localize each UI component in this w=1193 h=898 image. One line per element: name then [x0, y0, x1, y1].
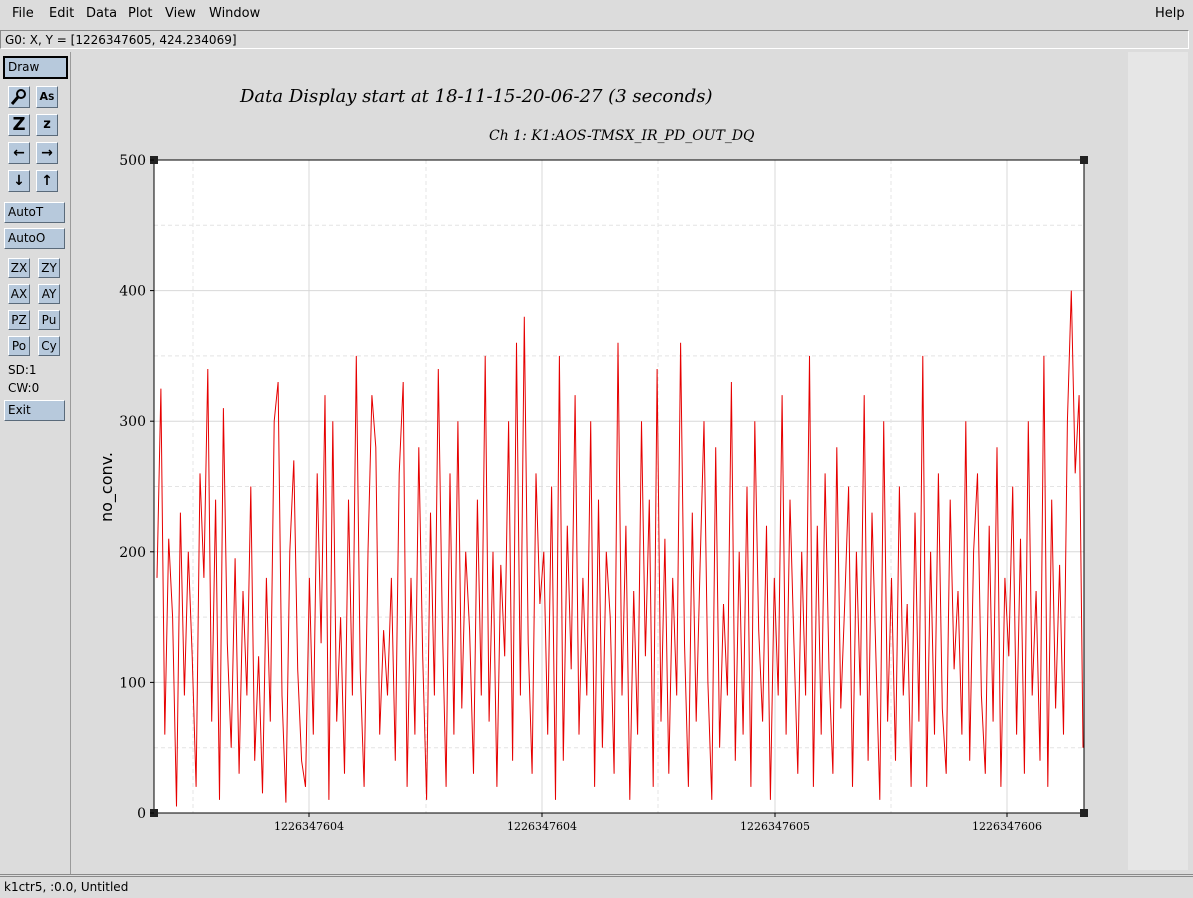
y-tick-label: 200: [119, 545, 146, 561]
chart[interactable]: 0 100 200 300 400 500 1226347604 1226347604 1226…: [0, 0, 1193, 898]
corner-handle: [1080, 809, 1088, 817]
x-tick-label: 1226347605: [740, 820, 810, 833]
corner-handle: [1080, 156, 1088, 164]
y-tick-label: 0: [137, 806, 146, 822]
x-tick-label: 1226347604: [507, 820, 577, 833]
status-bar: k1ctr5, :0.0, Untitled: [0, 876, 1193, 896]
y-tick-label: 500: [119, 153, 146, 169]
x-tick-label: 1226347604: [274, 820, 344, 833]
status-separator: [0, 874, 1193, 875]
y-tick-label: 300: [119, 414, 146, 430]
x-tick-label: 1226347606: [972, 820, 1042, 833]
y-tick-label: 400: [119, 284, 146, 300]
y-tick-label: 100: [119, 675, 146, 691]
